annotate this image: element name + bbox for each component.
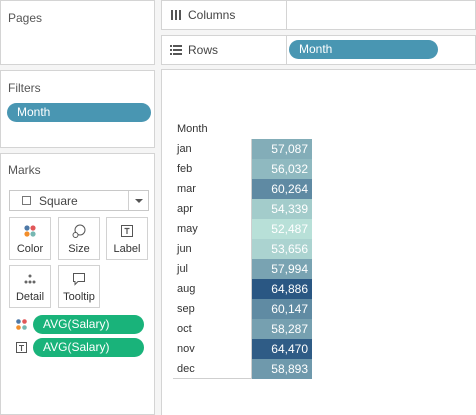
heatmap-cell-mar[interactable]: 60,264 — [251, 179, 312, 199]
heatmap-cell-nov[interactable]: 64,470 — [251, 339, 312, 359]
color-icon — [16, 319, 27, 330]
rows-shelf[interactable]: Rows Month — [161, 35, 476, 65]
color-button-label: Color — [16, 243, 44, 255]
heatmap-cell-oct[interactable]: 58,287 — [251, 319, 312, 339]
tooltip-icon — [59, 271, 99, 287]
row-label-dec: dec — [177, 363, 195, 375]
color-button[interactable]: Color — [9, 217, 51, 260]
size-button[interactable]: Size — [58, 217, 100, 260]
row-label-oct: oct — [177, 323, 192, 335]
tooltip-button-label: Tooltip — [63, 291, 95, 303]
size-icon — [59, 223, 99, 239]
table-divider — [251, 139, 252, 379]
pages-title: Pages — [8, 11, 43, 25]
square-mark-icon — [22, 196, 31, 205]
heatmap-cell-feb[interactable]: 56,032 — [251, 159, 312, 179]
label-icon — [16, 342, 27, 353]
table-bottom-rule — [173, 378, 252, 379]
marks-title: Marks — [8, 163, 41, 177]
rows-label: Rows — [188, 43, 219, 57]
marks-card: Marks Square Color Size Label Detail Too… — [0, 153, 155, 415]
detail-button[interactable]: Detail — [9, 265, 51, 308]
chevron-down-icon[interactable] — [128, 191, 148, 210]
heatmap-cell-dec[interactable]: 58,893 — [251, 359, 312, 379]
color-field-pill[interactable]: AVG(Salary) — [33, 315, 144, 334]
row-label-aug: aug — [177, 283, 196, 295]
label-field-pill[interactable]: AVG(Salary) — [33, 338, 144, 357]
columns-shelf-label: Columns — [162, 1, 287, 29]
label-button-label: Label — [113, 243, 141, 255]
heatmap-cell-jul[interactable]: 57,994 — [251, 259, 312, 279]
filters-card: Filters Month — [0, 70, 155, 148]
color-icon — [10, 223, 50, 239]
filters-title: Filters — [8, 81, 41, 95]
row-label-may: may — [177, 223, 198, 235]
rows-pill-month[interactable]: Month — [289, 40, 438, 59]
heatmap-cell-jan[interactable]: 57,087 — [251, 139, 312, 159]
heatmap-cell-jun[interactable]: 53,656 — [251, 239, 312, 259]
label-button[interactable]: Label — [106, 217, 148, 260]
pages-card: Pages — [0, 0, 155, 65]
heatmap-cell-apr[interactable]: 54,339 — [251, 199, 312, 219]
row-header: Month — [177, 123, 208, 135]
detail-button-label: Detail — [15, 291, 45, 303]
tooltip-button[interactable]: Tooltip — [58, 265, 100, 308]
columns-icon — [171, 10, 181, 20]
columns-label: Columns — [188, 8, 236, 22]
filter-pill-month[interactable]: Month — [7, 103, 151, 122]
heatmap-cell-aug[interactable]: 64,886 — [251, 279, 312, 299]
row-label-sep: sep — [177, 303, 195, 315]
row-label-mar: mar — [177, 183, 196, 195]
view-canvas: Month jan 57,087 feb 56,032 mar 60,264 apr 54,3… — [161, 69, 476, 415]
columns-shelf[interactable]: Columns — [161, 0, 476, 30]
rows-icon — [170, 45, 182, 55]
row-label-jul: jul — [177, 263, 189, 275]
size-button-label: Size — [68, 243, 90, 255]
mark-type-label: Square — [39, 194, 78, 208]
rows-shelf-label: Rows — [162, 36, 287, 64]
row-label-jun: jun — [177, 243, 192, 255]
mark-type-dropdown[interactable]: Square — [9, 190, 149, 211]
row-label-apr: apr — [177, 203, 193, 215]
heatmap-cell-sep[interactable]: 60,147 — [251, 299, 312, 319]
row-label-nov: nov — [177, 343, 195, 355]
heatmap-cell-may[interactable]: 52,487 — [251, 219, 312, 239]
row-label-jan: jan — [177, 143, 192, 155]
detail-icon — [10, 271, 50, 287]
row-label-feb: feb — [177, 163, 193, 175]
label-icon — [107, 223, 147, 239]
